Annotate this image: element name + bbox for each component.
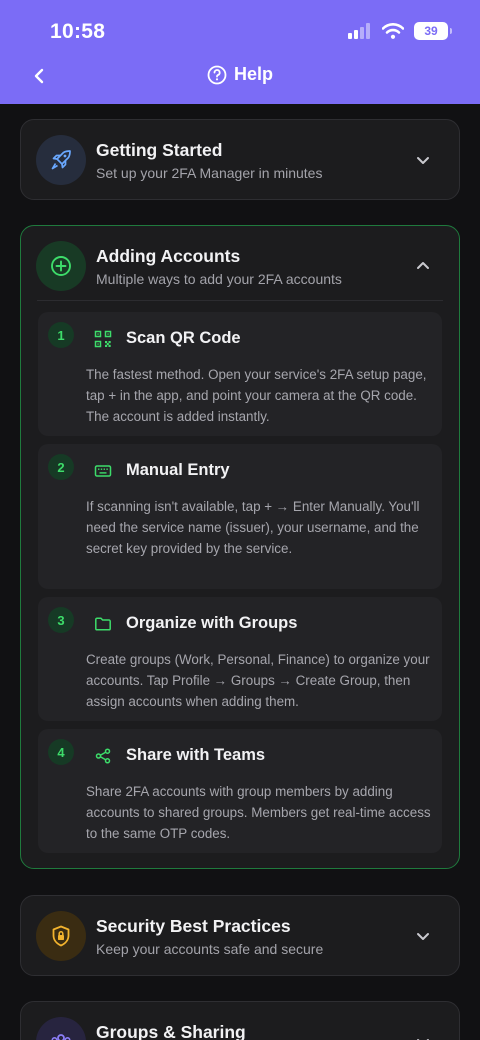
step-title: Organize with Groups bbox=[126, 614, 298, 632]
section-title: Getting Started bbox=[96, 140, 223, 160]
step-number: 1 bbox=[48, 322, 74, 348]
status-icons: 39 bbox=[348, 22, 452, 40]
page-title: Help bbox=[0, 64, 480, 85]
step-number: 4 bbox=[48, 739, 74, 765]
section-title: Security Best Practices bbox=[96, 916, 291, 936]
section-subtitle: Keep your accounts safe and secure bbox=[96, 941, 324, 957]
plus-circle-icon bbox=[51, 256, 71, 276]
wifi-icon bbox=[382, 23, 404, 39]
chevron-down-icon bbox=[417, 933, 429, 940]
step-description: If scanning isn't available, tap + → Ent… bbox=[86, 499, 420, 556]
step-title: Share with Teams bbox=[126, 746, 266, 764]
chevron-up-icon bbox=[417, 262, 429, 269]
chevron-down-icon bbox=[417, 157, 429, 164]
battery-indicator: 39 bbox=[414, 22, 452, 40]
step-number: 3 bbox=[48, 607, 74, 633]
rocket-icon bbox=[51, 150, 71, 170]
status-time: 10:58 bbox=[50, 20, 106, 43]
step-card-scan-qr: 1 Scan QR Code The fastest method. Open … bbox=[38, 312, 442, 436]
section-divider bbox=[37, 300, 443, 301]
step-description: Share 2FA accounts with group members by… bbox=[86, 784, 431, 841]
signal-icon bbox=[348, 23, 370, 39]
getting-started-avatar bbox=[36, 135, 86, 185]
shield-lock-icon bbox=[52, 925, 70, 947]
step-title: Manual Entry bbox=[126, 461, 230, 479]
section-groups-sharing: Groups & Sharing bbox=[20, 1001, 460, 1040]
section-header-groups-sharing[interactable]: Groups & Sharing bbox=[21, 1002, 459, 1040]
share-icon bbox=[95, 748, 111, 764]
section-getting-started: Getting Started Set up your 2FA Manager … bbox=[20, 119, 460, 200]
section-header-getting-started[interactable]: Getting Started Set up your 2FA Manager … bbox=[21, 120, 459, 200]
people-icon bbox=[51, 1034, 71, 1040]
app-header: 10:58 39 Help bbox=[0, 0, 480, 104]
section-adding-accounts: Adding Accounts Multiple ways to add you… bbox=[20, 225, 460, 869]
keyboard-icon bbox=[94, 465, 112, 477]
chevron-down-icon bbox=[417, 1039, 429, 1040]
section-security: Security Best Practices Keep your accoun… bbox=[20, 895, 460, 976]
step-card-share-teams: 4 Share with Teams Share 2FA accounts wi… bbox=[38, 729, 442, 853]
section-header-security[interactable]: Security Best Practices Keep your accoun… bbox=[21, 896, 459, 976]
section-subtitle: Set up your 2FA Manager in minutes bbox=[96, 165, 323, 181]
question-circle-icon bbox=[207, 65, 227, 84]
step-card-manual-entry: 2 Manual Entry If scanning isn't availab… bbox=[38, 444, 442, 589]
section-title: Groups & Sharing bbox=[96, 1022, 246, 1040]
step-number: 2 bbox=[48, 454, 74, 480]
section-subtitle: Multiple ways to add your 2FA accounts bbox=[96, 271, 342, 287]
step-description: The fastest method. Open your service's … bbox=[86, 367, 427, 424]
security-avatar bbox=[36, 911, 86, 961]
step-description: Create groups (Work, Personal, Finance) … bbox=[86, 652, 430, 709]
adding-accounts-avatar bbox=[36, 241, 86, 291]
groups-sharing-avatar bbox=[36, 1017, 86, 1040]
qr-code-icon bbox=[94, 330, 112, 348]
step-title: Scan QR Code bbox=[126, 329, 241, 347]
page-title-text: Help bbox=[233, 64, 273, 84]
folder-icon bbox=[95, 617, 111, 631]
section-header-adding-accounts[interactable]: Adding Accounts Multiple ways to add you… bbox=[21, 226, 459, 306]
section-title: Adding Accounts bbox=[96, 246, 241, 266]
step-card-organize-groups: 3 Organize with Groups Create groups (Wo… bbox=[38, 597, 442, 721]
